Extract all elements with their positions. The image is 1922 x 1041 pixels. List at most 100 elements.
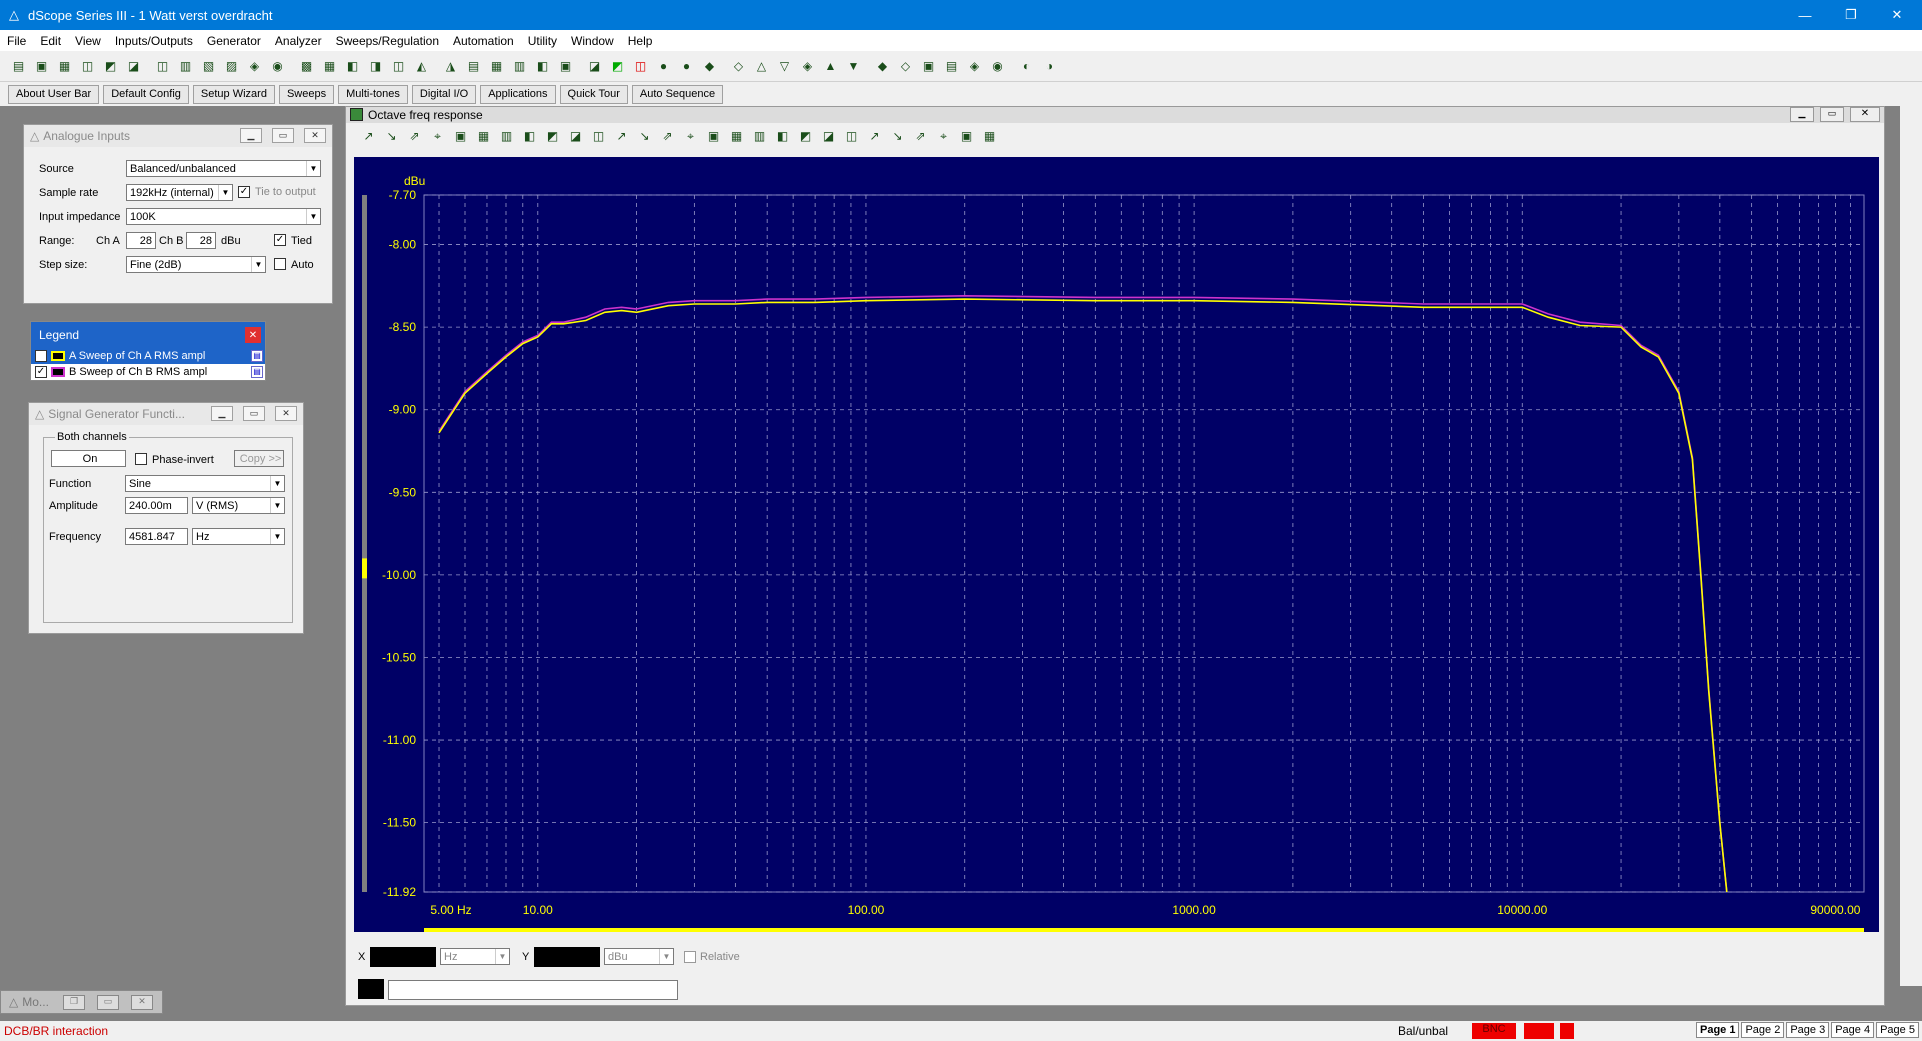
- tie-to-output-checkbox[interactable]: ✓: [238, 186, 250, 198]
- page-tab-3[interactable]: Page 3: [1786, 1022, 1830, 1038]
- toolbar-tool-icon[interactable]: ▩: [296, 56, 317, 77]
- menu-inputs-outputs[interactable]: Inputs/Outputs: [108, 34, 200, 48]
- amplitude-unit-select[interactable]: V (RMS) ▼: [192, 497, 285, 514]
- toolbar-tool-icon[interactable]: ▨: [221, 56, 242, 77]
- toolbar-tool-icon[interactable]: ◫: [77, 56, 98, 77]
- toolbar-tool-icon[interactable]: ▣: [31, 56, 52, 77]
- graph-tool-icon[interactable]: ↗: [864, 126, 885, 147]
- copy-button[interactable]: Copy >>: [234, 450, 284, 467]
- userbar-quick-tour-button[interactable]: Quick Tour: [559, 84, 628, 104]
- toolbar-tool-icon[interactable]: ◈: [797, 56, 818, 77]
- auto-checkbox[interactable]: [274, 258, 286, 270]
- minimize-icon[interactable]: ▁: [1790, 107, 1814, 122]
- userbar-auto-sequence-button[interactable]: Auto Sequence: [631, 84, 724, 104]
- toolbar-tool-icon[interactable]: ◫: [388, 56, 409, 77]
- toolbar-tool-icon[interactable]: ▼: [843, 56, 864, 77]
- legend-a-checkbox[interactable]: ✓: [35, 350, 47, 362]
- toolbar-tool-icon[interactable]: ▥: [509, 56, 530, 77]
- toolbar-tool-icon[interactable]: ▤: [8, 56, 29, 77]
- toolbar-tool-icon[interactable]: ▦: [54, 56, 75, 77]
- toolbar-tool-icon[interactable]: ▣: [555, 56, 576, 77]
- page-tab-4[interactable]: Page 4: [1831, 1022, 1875, 1038]
- toolbar-tool-icon[interactable]: ▣: [918, 56, 939, 77]
- toolbar-tool-icon[interactable]: ▤: [941, 56, 962, 77]
- page-tab-1[interactable]: Page 1: [1696, 1022, 1740, 1038]
- on-button[interactable]: On: [51, 450, 126, 467]
- graph-tool-icon[interactable]: ↘: [887, 126, 908, 147]
- toolbar-tool-icon[interactable]: ●: [653, 56, 674, 77]
- toolbar-tool-icon[interactable]: ◧: [532, 56, 553, 77]
- function-select[interactable]: Sine ▼: [125, 475, 285, 492]
- analogue-inputs-titlebar[interactable]: △ Analogue Inputs ▁ ▭ ✕: [24, 125, 332, 147]
- graph-tool-icon[interactable]: ⌖: [680, 126, 701, 147]
- close-icon[interactable]: ✕: [304, 128, 326, 143]
- legend-b-checkbox[interactable]: ✓: [35, 366, 47, 378]
- legend-item-b[interactable]: ✓ B Sweep of Ch B RMS ampl ▤: [31, 364, 265, 380]
- graph-tool-icon[interactable]: ▦: [979, 126, 1000, 147]
- toolbar-tool-icon[interactable]: ◆: [699, 56, 720, 77]
- graph-tool-icon[interactable]: ⇗: [657, 126, 678, 147]
- plot-area[interactable]: -7.70 -8.00 -8.50 -9.00 -9.50 -10.00 -10.50 -11…: [354, 157, 1879, 933]
- toolbar-tool-icon[interactable]: ▦: [486, 56, 507, 77]
- graph-tool-icon[interactable]: ◧: [519, 126, 540, 147]
- restore-icon[interactable]: ❐: [1828, 0, 1874, 30]
- cursor-color-swatch[interactable]: [358, 979, 384, 999]
- toolbar-tool-icon[interactable]: ◇: [895, 56, 916, 77]
- close-icon[interactable]: ✕: [1850, 107, 1880, 122]
- x-unit-select[interactable]: Hz ▼: [440, 948, 510, 965]
- userbar-digital-i-o-button[interactable]: Digital I/O: [411, 84, 477, 104]
- menu-sweeps-regulation[interactable]: Sweeps/Regulation: [329, 34, 446, 48]
- minimize-icon[interactable]: —: [1782, 0, 1828, 30]
- restore-icon[interactable]: ▭: [1820, 107, 1844, 122]
- maximize-icon[interactable]: ▭: [97, 995, 119, 1010]
- graph-tool-icon[interactable]: ↗: [358, 126, 379, 147]
- graph-tool-icon[interactable]: ▣: [703, 126, 724, 147]
- toolbar-tool-icon[interactable]: ◇: [728, 56, 749, 77]
- legend-item-a[interactable]: ✓ A Sweep of Ch A RMS ampl ▤: [31, 348, 265, 364]
- graph-tool-icon[interactable]: ⌖: [427, 126, 448, 147]
- frequency-unit-select[interactable]: Hz ▼: [192, 528, 285, 545]
- toolbar-tool-icon[interactable]: ◐: [1016, 56, 1037, 77]
- toolbar-tool-icon[interactable]: ◩: [100, 56, 121, 77]
- toolbar-tool-icon[interactable]: ◨: [365, 56, 386, 77]
- menu-analyzer[interactable]: Analyzer: [268, 34, 329, 48]
- graph-tool-icon[interactable]: ▣: [956, 126, 977, 147]
- graph-tool-icon[interactable]: ◪: [565, 126, 586, 147]
- toolbar-tool-icon[interactable]: ◧: [342, 56, 363, 77]
- toolbar-tool-icon[interactable]: ◉: [987, 56, 1008, 77]
- toolbar-tool-icon[interactable]: ◫: [630, 56, 651, 77]
- source-select[interactable]: Balanced/unbalanced ▼: [126, 160, 321, 177]
- graph-tool-icon[interactable]: ◪: [818, 126, 839, 147]
- workspace-scrollbar[interactable]: [1900, 106, 1922, 986]
- toolbar-tool-icon[interactable]: ◮: [440, 56, 461, 77]
- toolbar-tool-icon[interactable]: ◫: [152, 56, 173, 77]
- graph-tool-icon[interactable]: ◩: [795, 126, 816, 147]
- chb-range-input[interactable]: 28: [186, 232, 216, 249]
- graph-tool-icon[interactable]: ◫: [841, 126, 862, 147]
- input-impedance-select[interactable]: 100K ▼: [126, 208, 321, 225]
- graph-tool-icon[interactable]: ▦: [726, 126, 747, 147]
- menu-help[interactable]: Help: [621, 34, 660, 48]
- graph-tool-icon[interactable]: ◧: [772, 126, 793, 147]
- toolbar-tool-icon[interactable]: ▲: [820, 56, 841, 77]
- cursor-note-input[interactable]: [388, 980, 678, 1000]
- toolbar-tool-icon[interactable]: ▥: [175, 56, 196, 77]
- legend-titlebar[interactable]: Legend ✕: [31, 322, 265, 348]
- menu-edit[interactable]: Edit: [33, 34, 68, 48]
- close-icon[interactable]: ✕: [131, 995, 153, 1010]
- amplitude-input[interactable]: 240.00m: [125, 497, 188, 514]
- userbar-setup-wizard-button[interactable]: Setup Wizard: [192, 84, 275, 104]
- menu-view[interactable]: View: [68, 34, 108, 48]
- graph-titlebar[interactable]: Octave freq response ▁ ▭ ✕: [346, 107, 1884, 123]
- close-icon[interactable]: ✕: [1874, 0, 1920, 30]
- restore-icon[interactable]: ❐: [63, 995, 85, 1010]
- signal-generator-titlebar[interactable]: △ Signal Generator Functi... ▁ ▭ ✕: [29, 403, 303, 425]
- userbar-default-config-button[interactable]: Default Config: [103, 84, 189, 104]
- x-cursor-value[interactable]: [370, 947, 436, 967]
- toolbar-tool-icon[interactable]: ◈: [964, 56, 985, 77]
- userbar-about-user-bar-button[interactable]: About User Bar: [8, 84, 100, 104]
- toolbar-tool-icon[interactable]: ▤: [463, 56, 484, 77]
- minimize-icon[interactable]: ▁: [240, 128, 262, 143]
- page-tab-2[interactable]: Page 2: [1741, 1022, 1785, 1038]
- close-icon[interactable]: ✕: [245, 327, 261, 343]
